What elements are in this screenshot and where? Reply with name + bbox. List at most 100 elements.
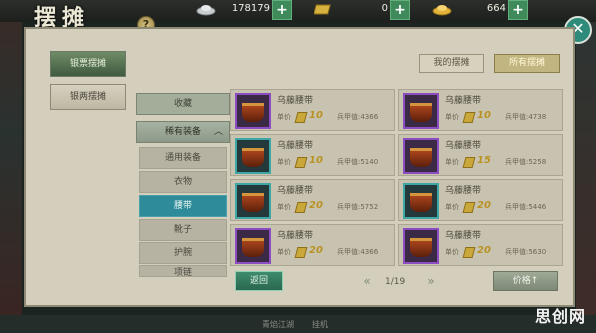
item-armor-value: 兵甲值:5140 bbox=[337, 158, 379, 166]
category-favorite[interactable]: 收藏 bbox=[136, 93, 230, 115]
currency-gold-bar: 0 + bbox=[314, 0, 410, 20]
subcategory-belt[interactable]: 腰带 bbox=[139, 195, 227, 217]
chevron-right-icon: » bbox=[427, 274, 435, 288]
price-sort-button[interactable]: 价格↑ bbox=[493, 271, 558, 291]
subcategory-general[interactable]: 通用装备 bbox=[139, 147, 227, 169]
bottom-bar-text-1: 青焰江湖 bbox=[262, 320, 294, 329]
silver-note-stall-button[interactable]: 银票摆摊 bbox=[50, 51, 126, 77]
chevron-up-icon: ︿ bbox=[213, 127, 223, 137]
silver-stall-button[interactable]: 银两摆摊 bbox=[50, 84, 126, 110]
item-thumbnail bbox=[403, 228, 439, 264]
next-page-button[interactable]: » bbox=[424, 274, 438, 288]
price-label: 单价 bbox=[445, 113, 459, 121]
chevron-left-icon: « bbox=[363, 274, 371, 288]
gold-bar-icon bbox=[462, 112, 476, 123]
subcategory-boots[interactable]: 靴子 bbox=[139, 219, 227, 241]
item-name: 乌藤腰带 bbox=[445, 141, 482, 151]
subcategory-bracers[interactable]: 护腕 bbox=[139, 242, 227, 264]
currency-gold-ingot: 664 + bbox=[432, 0, 528, 20]
gold-bar-icon bbox=[462, 157, 476, 168]
item-price: 10 bbox=[477, 110, 491, 121]
item-armor-value: 兵甲值:4366 bbox=[337, 248, 379, 256]
belt-icon bbox=[410, 238, 432, 257]
belt-icon bbox=[242, 238, 264, 257]
category-rare-label: 稀有装备 bbox=[164, 127, 201, 137]
item-card[interactable]: 乌藤腰带 单价 20 兵甲值:5752 bbox=[230, 179, 395, 221]
item-price: 20 bbox=[477, 200, 491, 211]
gold-bar-icon bbox=[294, 157, 308, 168]
item-card[interactable]: 乌藤腰带 单价 10 兵甲值:4738 bbox=[398, 89, 563, 131]
belt-icon bbox=[410, 148, 432, 167]
price-label: 单价 bbox=[277, 158, 291, 166]
item-thumbnail bbox=[403, 138, 439, 174]
gold-bar-value: 0 bbox=[381, 3, 388, 14]
item-price: 10 bbox=[309, 155, 323, 166]
gold-bar-icon bbox=[462, 202, 476, 213]
item-armor-value: 兵甲值:5752 bbox=[337, 203, 379, 211]
item-card[interactable]: 乌藤腰带 单价 20 兵甲值:5630 bbox=[398, 224, 563, 266]
prev-page-button[interactable]: « bbox=[360, 274, 374, 288]
item-thumbnail bbox=[235, 138, 271, 174]
bottom-bar: 青焰江湖 挂机 bbox=[0, 315, 596, 333]
item-card[interactable]: 乌藤腰带 单价 15 兵甲值:5258 bbox=[398, 134, 563, 176]
bottom-bar-text-2: 挂机 bbox=[312, 320, 328, 329]
gold-bar-icon bbox=[294, 247, 308, 258]
item-armor-value: 兵甲值:5258 bbox=[505, 158, 547, 166]
background-right bbox=[576, 0, 596, 333]
currency-silver: 178179 + bbox=[196, 0, 292, 20]
gold-ingot-value: 664 bbox=[486, 3, 506, 14]
silver-ingot-icon bbox=[196, 5, 216, 16]
price-label: 单价 bbox=[445, 158, 459, 166]
item-name: 乌藤腰带 bbox=[445, 186, 482, 196]
item-thumbnail bbox=[235, 93, 271, 129]
item-thumbnail bbox=[235, 183, 271, 219]
item-card[interactable]: 乌藤腰带 单价 20 兵甲值:4366 bbox=[230, 224, 395, 266]
add-gold-ingot-button[interactable]: + bbox=[508, 0, 528, 20]
gold-bar-icon bbox=[294, 112, 308, 123]
price-label: 单价 bbox=[445, 248, 459, 256]
item-armor-value: 兵甲值:4366 bbox=[337, 113, 379, 121]
item-thumbnail bbox=[403, 183, 439, 219]
item-card[interactable]: 乌藤腰带 单价 20 兵甲值:5446 bbox=[398, 179, 563, 221]
price-label: 单价 bbox=[277, 203, 291, 211]
subcategory-clothing[interactable]: 衣物 bbox=[139, 171, 227, 193]
item-card[interactable]: 乌藤腰带 单价 10 兵甲值:5140 bbox=[230, 134, 395, 176]
gold-ingot-icon bbox=[432, 5, 452, 16]
gold-bar-icon bbox=[462, 247, 476, 258]
item-name: 乌藤腰带 bbox=[277, 141, 314, 151]
item-armor-value: 兵甲值:4738 bbox=[505, 113, 547, 121]
watermark: 思创网 bbox=[535, 307, 587, 326]
item-armor-value: 兵甲值:5446 bbox=[505, 203, 547, 211]
silver-value: 178179 bbox=[231, 3, 270, 14]
item-price: 20 bbox=[309, 200, 323, 211]
price-label: 单价 bbox=[277, 248, 291, 256]
item-name: 乌藤腰带 bbox=[277, 186, 314, 196]
tab-my-stall[interactable]: 我的摆摊 bbox=[419, 54, 484, 73]
add-silver-button[interactable]: + bbox=[272, 0, 292, 20]
item-price: 20 bbox=[309, 245, 323, 256]
item-grid: 乌藤腰带 单价 10 兵甲值:4366 乌藤腰带 单价 10 兵甲值:4738 … bbox=[230, 89, 565, 269]
item-armor-value: 兵甲值:5630 bbox=[505, 248, 547, 256]
subcategory-necklace[interactable]: 项链 bbox=[139, 265, 227, 277]
belt-icon bbox=[410, 103, 432, 122]
category-rare-equipment[interactable]: 稀有装备 ︿ bbox=[136, 121, 230, 143]
stall-panel: 银票摆摊 银两摆摊 我的摆摊 所有摆摊 收藏 稀有装备 ︿ 通用装备 衣物 腰带… bbox=[24, 27, 575, 307]
price-label: 单价 bbox=[277, 113, 291, 121]
page-indicator: 1/19 bbox=[385, 277, 406, 287]
tab-all-stalls[interactable]: 所有摆摊 bbox=[494, 54, 560, 73]
price-label: 单价 bbox=[445, 203, 459, 211]
add-gold-bar-button[interactable]: + bbox=[390, 0, 410, 20]
belt-icon bbox=[242, 148, 264, 167]
back-button[interactable]: 返回 bbox=[235, 271, 283, 291]
item-name: 乌藤腰带 bbox=[277, 96, 314, 106]
item-price: 20 bbox=[477, 245, 491, 256]
background-left bbox=[0, 0, 22, 333]
item-name: 乌藤腰带 bbox=[277, 231, 314, 241]
item-thumbnail bbox=[403, 93, 439, 129]
item-price: 15 bbox=[477, 155, 491, 166]
belt-icon bbox=[410, 193, 432, 212]
item-name: 乌藤腰带 bbox=[445, 231, 482, 241]
belt-icon bbox=[242, 103, 264, 122]
item-thumbnail bbox=[235, 228, 271, 264]
item-card[interactable]: 乌藤腰带 单价 10 兵甲值:4366 bbox=[230, 89, 395, 131]
